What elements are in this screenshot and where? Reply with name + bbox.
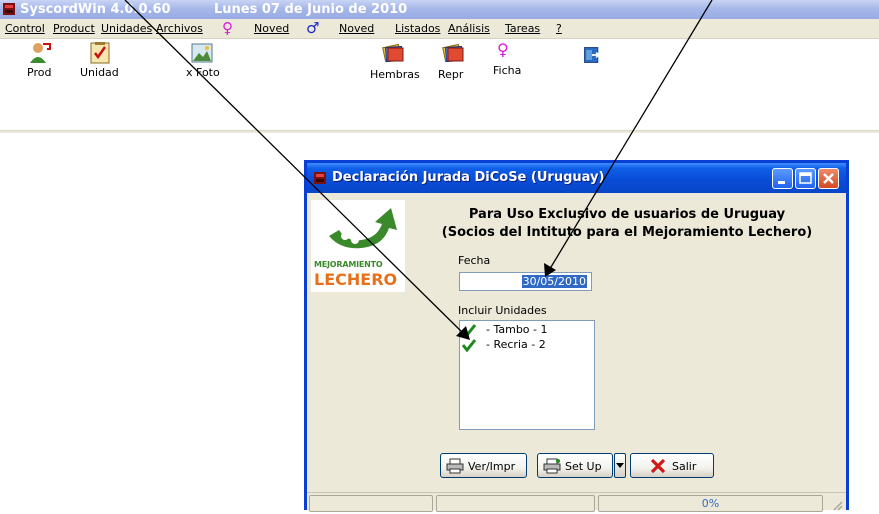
app-title: SyscordWin 4.0.0.60 xyxy=(20,2,171,17)
salir-label: Salir xyxy=(672,460,697,473)
dialog-heading-1: Para Uso Exclusivo de usuarios de Urugua… xyxy=(468,207,786,222)
hembras-button[interactable]: Hembras xyxy=(370,39,420,81)
dicose-dialog: Declaración Jurada DiCoSe (Uruguay) MEJO… xyxy=(304,160,849,512)
cards-icon xyxy=(382,43,404,63)
exit-button[interactable] xyxy=(582,39,606,65)
maximize-icon xyxy=(799,172,812,184)
repr-label: Repr xyxy=(438,68,464,81)
menu-analisis[interactable]: Análisis xyxy=(448,22,490,35)
exit-door-icon xyxy=(584,47,600,63)
foto-label: x Foto xyxy=(186,66,220,79)
male-symbol-icon[interactable]: ♂ xyxy=(306,19,319,37)
app-icon xyxy=(3,3,15,15)
maximize-button[interactable] xyxy=(795,168,816,189)
logo-line1: MEJORAMIENTO xyxy=(314,260,383,269)
main-title-bar: SyscordWin 4.0.0.60 Lunes 07 de Junio de… xyxy=(0,0,879,19)
close-button[interactable] xyxy=(818,168,839,189)
incluir-unidades-label: Incluir Unidades xyxy=(458,304,547,317)
printer-setup-icon xyxy=(543,458,561,474)
app-icon xyxy=(314,172,326,184)
dialog-title: Declaración Jurada DiCoSe (Uruguay) xyxy=(332,170,605,185)
ficha-label: Ficha xyxy=(493,64,522,77)
setup-button[interactable]: Set Up xyxy=(537,453,613,478)
progress-text: 0% xyxy=(701,497,720,510)
progress-bar: 0% xyxy=(598,495,823,512)
setup-dropdown-button[interactable] xyxy=(614,453,626,478)
minimize-button[interactable] xyxy=(772,168,793,189)
fecha-value: 30/05/2010 xyxy=(521,275,587,288)
minimize-icon xyxy=(778,181,785,184)
menu-listados[interactable]: Listados xyxy=(395,22,440,35)
checkmark-icon xyxy=(462,324,476,337)
status-bar: 0% xyxy=(307,492,846,514)
menu-noved-machos[interactable]: Noved xyxy=(339,22,374,35)
menu-unidades[interactable]: Unidades xyxy=(101,22,152,35)
date-title: Lunes 07 de Junio de 2010 xyxy=(214,2,408,17)
menu-archivos[interactable]: Archivos xyxy=(156,22,203,35)
status-panel xyxy=(436,495,595,512)
checklist-icon xyxy=(90,42,110,64)
chevron-down-icon xyxy=(616,463,624,468)
prod-button[interactable]: Prod xyxy=(26,39,66,79)
cards-icon xyxy=(442,43,464,63)
unidad-label: Unidad xyxy=(80,66,119,79)
hembras-label: Hembras xyxy=(370,68,420,81)
dialog-heading-2: (Socios del Intituto para el Mejoramient… xyxy=(441,225,813,240)
ficha-button[interactable]: #d81bd8 ♀ Ficha xyxy=(493,39,525,79)
unidad-label: - Tambo - 1 xyxy=(486,323,548,336)
toolbar-separator xyxy=(0,130,879,133)
female-symbol-icon[interactable]: ♀ xyxy=(222,19,233,37)
checkmark-icon xyxy=(462,339,476,352)
unidad-button[interactable]: Unidad xyxy=(79,39,123,79)
logo-line2: LECHERO xyxy=(314,270,398,289)
status-panel xyxy=(309,495,433,512)
close-icon xyxy=(823,173,834,184)
menu-help[interactable]: ? xyxy=(556,22,562,35)
close-icon xyxy=(650,458,666,474)
dialog-title-bar[interactable]: Declaración Jurada DiCoSe (Uruguay) xyxy=(307,163,846,193)
menu-noved-hembras[interactable]: Noved xyxy=(254,22,289,35)
foto-button[interactable]: x Foto xyxy=(186,39,230,79)
logo-graphic-icon xyxy=(329,208,397,249)
ver-impr-label: Ver/Impr xyxy=(468,460,516,473)
fecha-label: Fecha xyxy=(458,254,491,267)
menu-tareas[interactable]: Tareas xyxy=(505,22,540,35)
mejoramiento-lechero-logo: MEJORAMIENTO LECHERO xyxy=(311,200,405,292)
printer-icon xyxy=(446,458,464,474)
menu-control[interactable]: Control xyxy=(5,22,45,35)
resize-grip-icon[interactable] xyxy=(832,500,844,512)
setup-label: Set Up xyxy=(565,460,602,473)
salir-button[interactable]: Salir xyxy=(630,453,714,478)
unidad-label: - Recria - 2 xyxy=(486,338,546,351)
toolbar: Prod Unidad x Foto Hembras Repr ♀ Ficha xyxy=(0,39,879,131)
ver-impr-button[interactable]: Ver/Impr xyxy=(440,453,527,478)
prod-label: Prod xyxy=(27,66,52,79)
menu-bar: Control Product Unidades Archivos ♀ Nove… xyxy=(0,19,879,39)
repr-button[interactable]: Repr xyxy=(436,39,472,81)
fecha-input[interactable]: 30/05/2010 xyxy=(459,272,592,291)
ficha-symbol: ♀ xyxy=(497,40,509,59)
photo-icon xyxy=(191,43,213,63)
unidades-list[interactable]: - Tambo - 1 - Recria - 2 xyxy=(459,320,595,430)
menu-product[interactable]: Product xyxy=(53,22,95,35)
person-icon xyxy=(30,43,51,63)
